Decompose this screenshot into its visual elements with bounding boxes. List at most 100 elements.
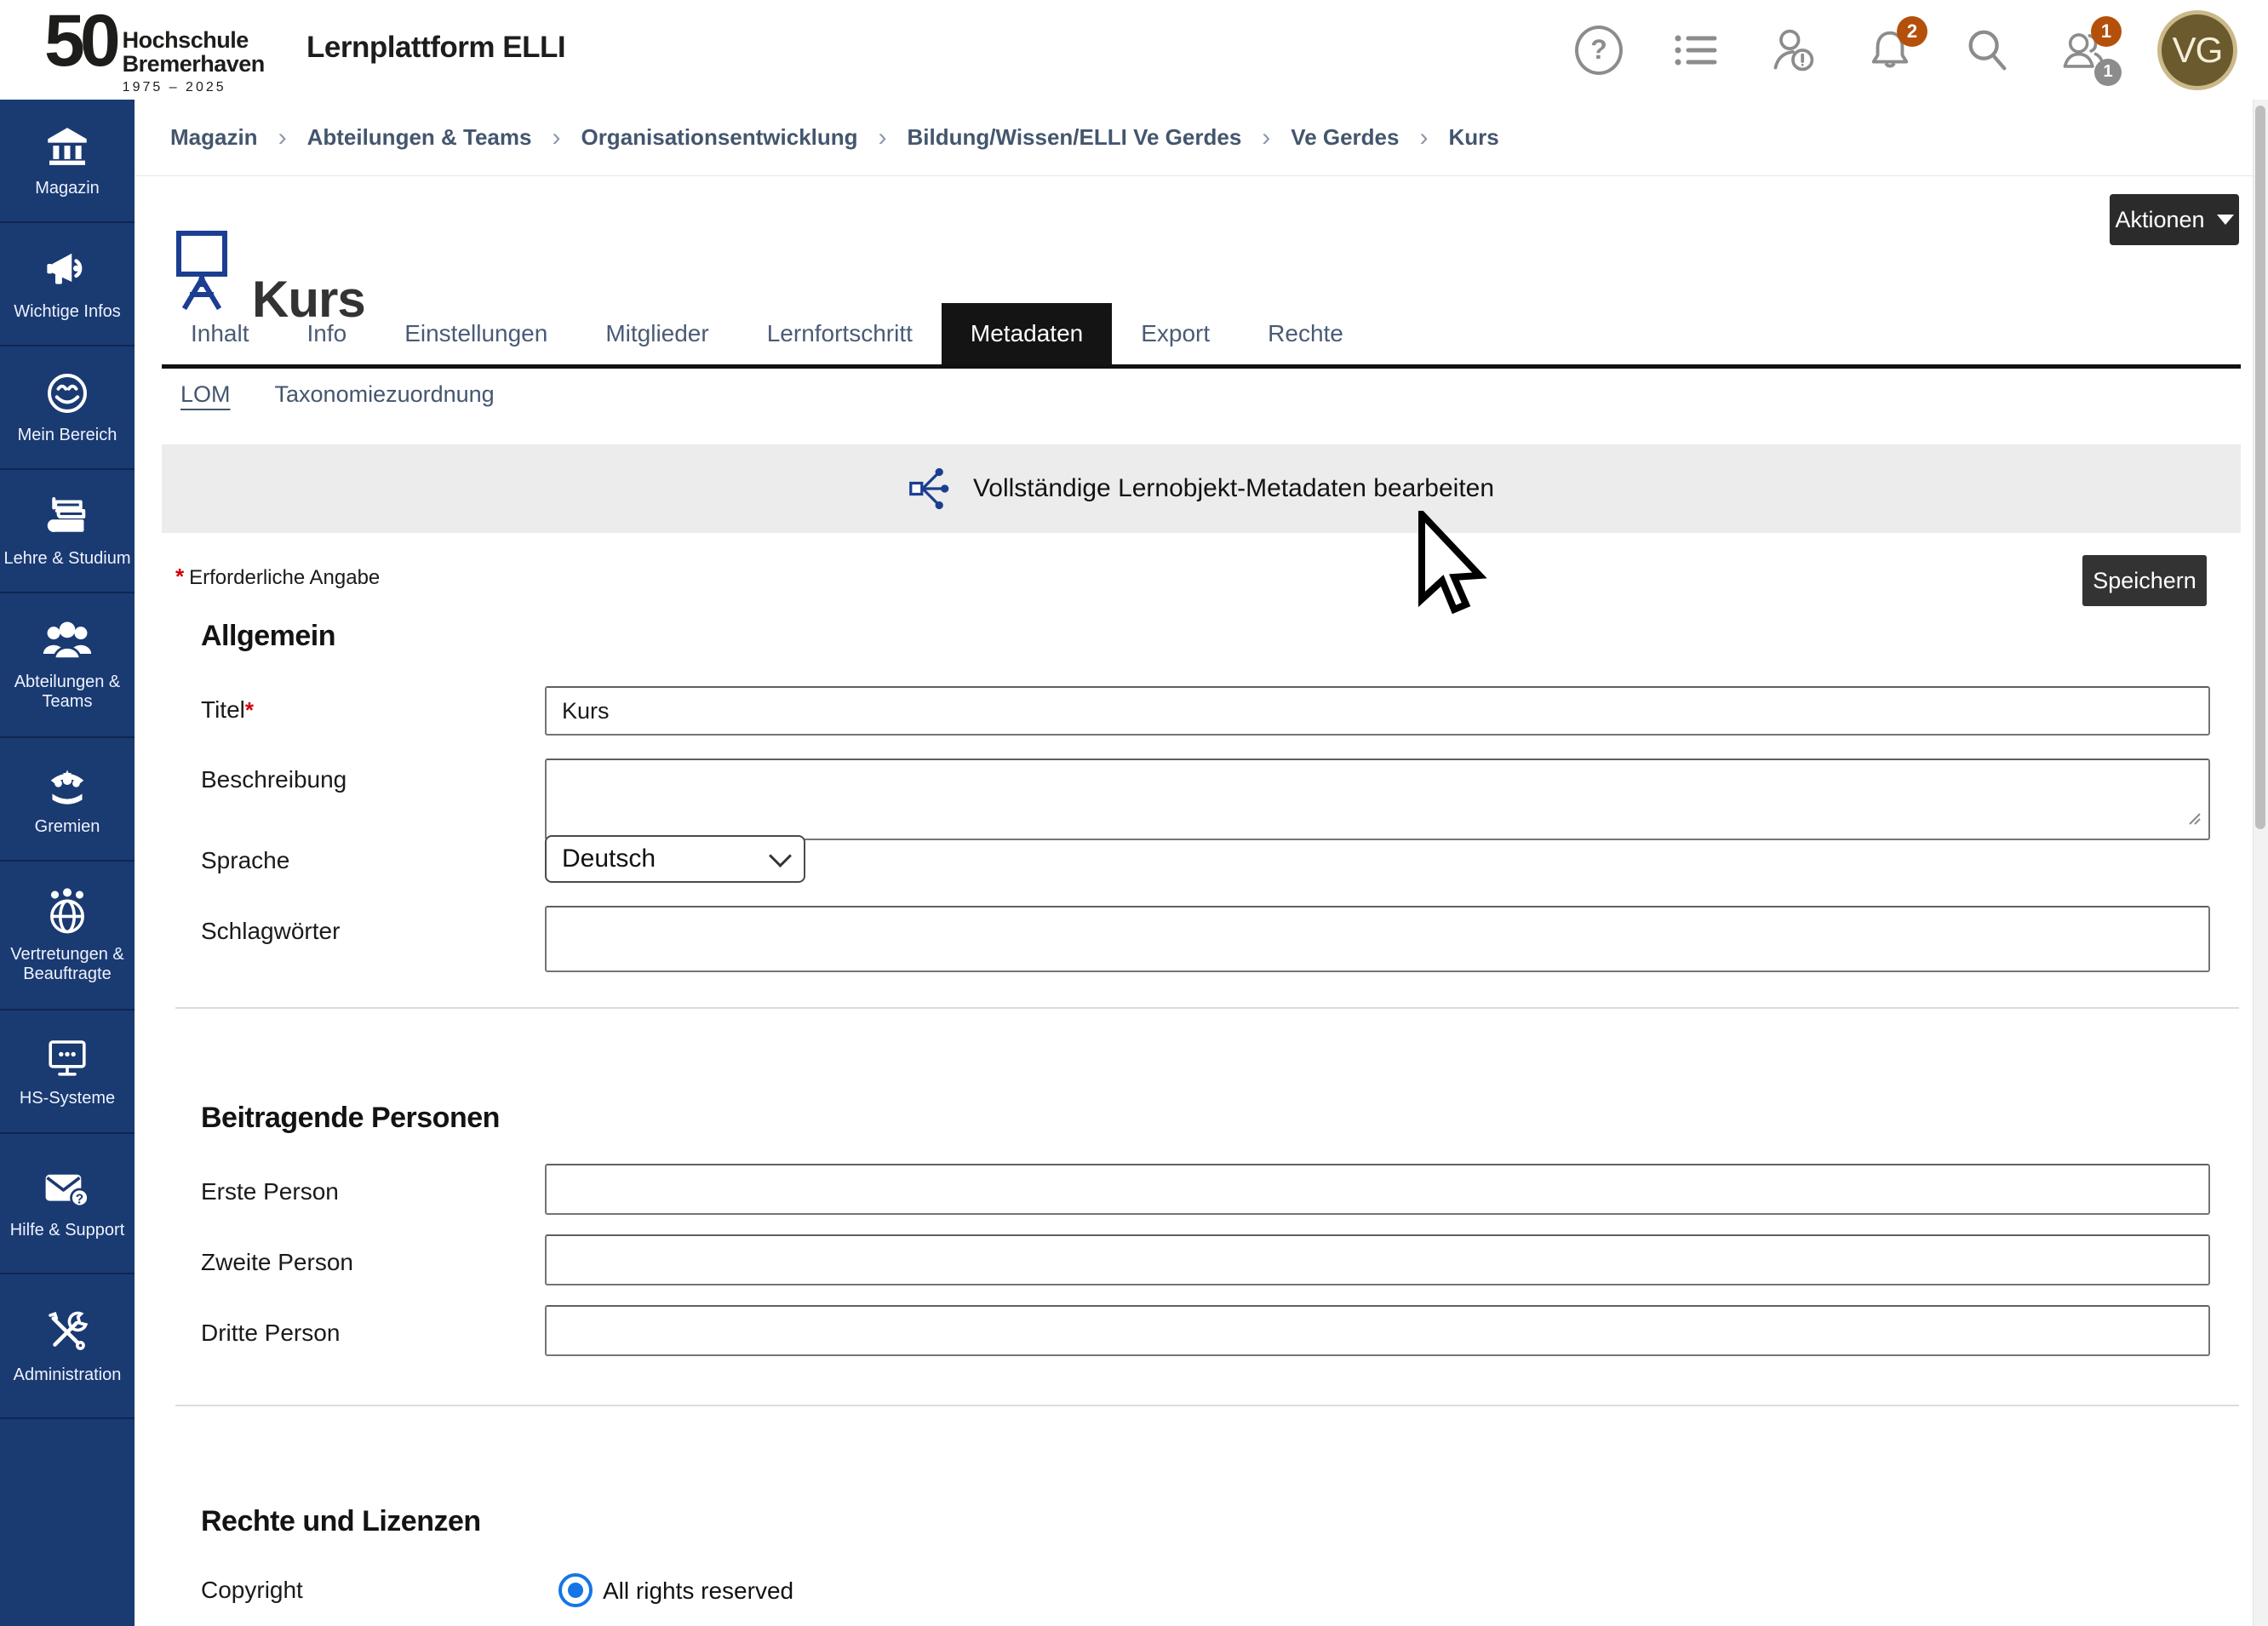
- breadcrumb-link[interactable]: Kurs: [1448, 124, 1498, 151]
- copyright-label: Copyright: [201, 1577, 303, 1604]
- search-button[interactable]: [1963, 26, 2011, 74]
- actions-button[interactable]: Aktionen: [2110, 194, 2239, 245]
- sidebar-item-label: HS-Systeme: [20, 1089, 115, 1108]
- header-bar: 50 Hochschule Bremerhaven 1975 – 2025 Le…: [0, 0, 2268, 100]
- caret-down-icon: [2217, 215, 2234, 225]
- tab-metadaten[interactable]: Metadaten: [942, 303, 1112, 364]
- tab-rechte[interactable]: Rechte: [1239, 303, 1372, 364]
- chevron-down-icon: [769, 844, 792, 867]
- monitor-icon: [43, 1034, 92, 1080]
- sidebar-item-administration[interactable]: Administration: [0, 1274, 135, 1419]
- logo-text: Hochschule Bremerhaven 1975 – 2025: [123, 29, 265, 95]
- sidebar-item-lehre-studium[interactable]: Lehre & Studium: [0, 470, 135, 593]
- schlagwoerter-label: Schlagwörter: [201, 918, 340, 945]
- sidebar-item-label: Hilfe & Support: [10, 1221, 125, 1240]
- help-button[interactable]: ?: [1575, 26, 1623, 74]
- breadcrumb-link[interactable]: Organisationsentwicklung: [581, 124, 857, 151]
- zweite-person-input[interactable]: [545, 1234, 2210, 1285]
- erste-person-input[interactable]: [545, 1164, 2210, 1215]
- edit-full-metadata-banner[interactable]: Vollständige Lernobjekt-Metadaten bearbe…: [162, 444, 2241, 533]
- copyright-radio[interactable]: [558, 1573, 593, 1607]
- svg-text:?: ?: [76, 1192, 83, 1206]
- section-title-allgemein: Allgemein: [201, 620, 335, 653]
- save-button[interactable]: Speichern: [2082, 555, 2207, 606]
- required-marker: *: [245, 697, 254, 723]
- main-menu-button[interactable]: [1672, 26, 1720, 74]
- sprache-select[interactable]: Deutsch: [545, 835, 805, 883]
- bank-icon: [43, 123, 91, 170]
- section-title-rechte: Rechte und Lizenzen: [201, 1505, 481, 1538]
- sidebar-item-vertretungen-beauftragte[interactable]: Vertretungen & Beauftragte: [0, 862, 135, 1011]
- sidebar-item-label: Lehre & Studium: [4, 549, 131, 569]
- actions-button-label: Aktionen: [2115, 207, 2204, 233]
- logo-line1: Hochschule: [123, 29, 265, 53]
- breadcrumb-link[interactable]: Ve Gerdes: [1291, 124, 1399, 151]
- sidebar-item-gremien[interactable]: Gremien: [0, 738, 135, 862]
- titel-label: Titel*: [201, 696, 259, 724]
- awareness-button[interactable]: [1769, 26, 1817, 74]
- breadcrumb-separator-icon: ›: [552, 123, 560, 152]
- help-icon: ?: [1575, 26, 1623, 75]
- mail-question-icon: ?: [43, 1166, 92, 1212]
- schlagwoerter-input[interactable]: [545, 906, 2210, 972]
- logo-50: 50: [44, 7, 116, 77]
- tab-mitglieder[interactable]: Mitglieder: [576, 303, 737, 364]
- tab-lernfortschritt[interactable]: Lernfortschritt: [738, 303, 942, 364]
- erste-person-label: Erste Person: [201, 1178, 339, 1205]
- assembly-icon: [43, 761, 92, 809]
- university-logo[interactable]: 50 Hochschule Bremerhaven 1975 – 2025: [44, 7, 265, 95]
- sidebar-item-hs-systeme[interactable]: HS-Systeme: [0, 1011, 135, 1134]
- tab-info[interactable]: Info: [278, 303, 376, 364]
- search-icon: [1963, 26, 2011, 75]
- sidebar-item-wichtige-infos[interactable]: Wichtige Infos: [0, 223, 135, 346]
- breadcrumb-separator-icon: ›: [879, 123, 887, 152]
- subtab-lom[interactable]: LOM: [180, 381, 231, 408]
- sidebar-item-magazin[interactable]: Magazin: [0, 100, 135, 223]
- beschreibung-textarea[interactable]: [545, 759, 2210, 840]
- sidebar-item-hilfe-support[interactable]: ? Hilfe & Support: [0, 1134, 135, 1274]
- dritte-person-input[interactable]: [545, 1305, 2210, 1356]
- radio-dot: [568, 1583, 583, 1598]
- breadcrumb-link[interactable]: Bildung/Wissen/ELLI Ve Gerdes: [908, 124, 1242, 151]
- required-marker: *: [175, 564, 184, 589]
- titel-input[interactable]: [545, 686, 2210, 736]
- section-title-beitragende: Beitragende Personen: [201, 1102, 500, 1135]
- tab-export[interactable]: Export: [1112, 303, 1239, 364]
- header-icons: ? 2: [1575, 0, 2237, 100]
- logo-years: 1975 – 2025: [123, 80, 265, 95]
- course-easel-icon: [174, 228, 230, 314]
- beschreibung-label: Beschreibung: [201, 766, 346, 793]
- dritte-person-label: Dritte Person: [201, 1320, 340, 1347]
- tab-einstellungen[interactable]: Einstellungen: [375, 303, 576, 364]
- sidebar-item-label: Wichtige Infos: [14, 302, 121, 322]
- breadcrumb-link[interactable]: Abteilungen & Teams: [307, 124, 532, 151]
- contacts-badge-bottom: 1: [2094, 59, 2122, 86]
- breadcrumb-link[interactable]: Magazin: [170, 124, 258, 151]
- sidebar-item-mein-bereich[interactable]: Mein Bereich: [0, 346, 135, 470]
- subtab-bar: LOM Taxonomiezuordnung: [180, 381, 495, 408]
- breadcrumb-separator-icon: ›: [1419, 123, 1428, 152]
- breadcrumb: Magazin › Abteilungen & Teams › Organisa…: [135, 100, 2268, 176]
- subtab-taxonomiezuordnung[interactable]: Taxonomiezuordnung: [275, 381, 495, 408]
- contacts-button[interactable]: 1 1: [2060, 26, 2108, 74]
- sidebar-item-abteilungen-teams[interactable]: Abteilungen & Teams: [0, 593, 135, 738]
- notifications-button[interactable]: 2: [1866, 26, 1914, 74]
- globe-people-icon: [43, 887, 92, 936]
- sprache-select-value: Deutsch: [562, 844, 656, 873]
- tools-icon: [43, 1308, 92, 1357]
- copyright-option-label: All rights reserved: [603, 1577, 793, 1605]
- avatar[interactable]: VG: [2157, 10, 2237, 90]
- logo-line2: Bremerhaven: [123, 53, 265, 77]
- sidebar-item-label: Abteilungen & Teams: [3, 673, 131, 712]
- banner-label: Vollständige Lernobjekt-Metadaten bearbe…: [973, 474, 1494, 503]
- section-divider: [175, 1405, 2239, 1406]
- hierarchy-icon: [908, 467, 953, 511]
- sidebar-item-label: Vertretungen & Beauftragte: [3, 945, 131, 984]
- notifications-badge: 2: [1897, 16, 1927, 47]
- contacts-badge-top: 1: [2091, 16, 2122, 47]
- tab-inhalt[interactable]: Inhalt: [162, 303, 278, 364]
- screen: 50 Hochschule Bremerhaven 1975 – 2025 Le…: [0, 0, 2268, 1626]
- section-divider: [175, 1007, 2239, 1009]
- scrollbar-thumb[interactable]: [2255, 106, 2265, 829]
- breadcrumb-separator-icon: ›: [278, 123, 287, 152]
